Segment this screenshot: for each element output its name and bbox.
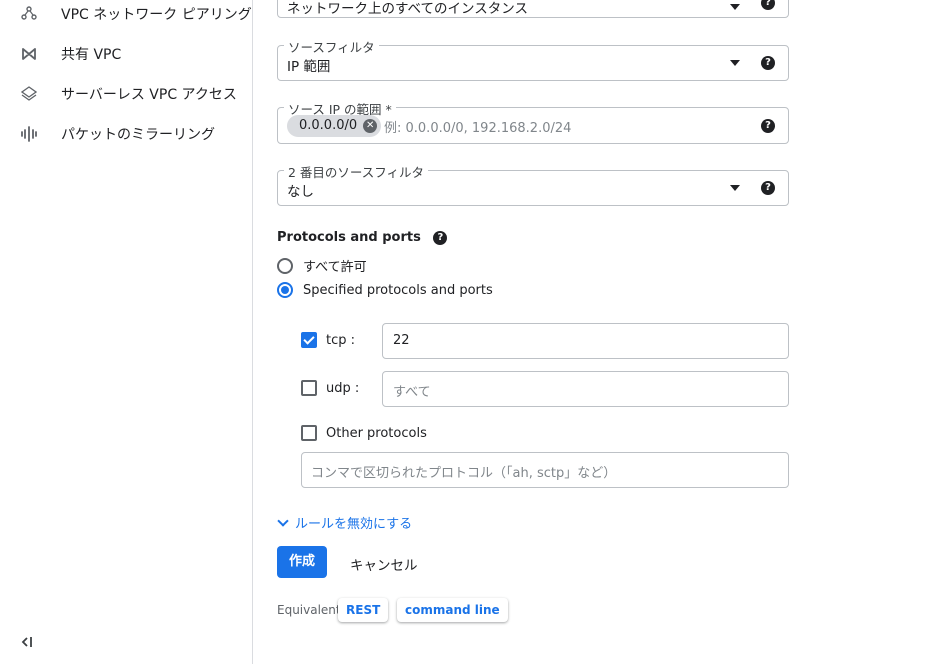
- source-ip-range-input[interactable]: 例: 0.0.0.0/0, 192.168.2.0/24: [384, 117, 571, 136]
- equivalent-rest-button[interactable]: REST: [338, 598, 389, 622]
- sidebar-item-label: 共有 VPC: [61, 47, 122, 63]
- sidebar-item-packet-mirroring[interactable]: パケットのミラーリング: [0, 114, 252, 154]
- chevron-down-icon: [730, 60, 740, 66]
- radio-button[interactable]: [277, 257, 293, 274]
- serverless-vpc-access-icon: [19, 84, 39, 104]
- help-icon[interactable]: ?: [761, 56, 775, 70]
- shared-vpc-icon: [19, 44, 39, 64]
- chevron-down-icon: [730, 185, 740, 191]
- vpc-peering-icon: [19, 4, 39, 24]
- firewall-rule-form: ネットワーク上のすべてのインスタンス ? ソースフィルタ IP 範囲 ? ソース…: [253, 0, 952, 664]
- other-protocols-label: Other protocols: [326, 425, 427, 441]
- tcp-label: tcp :: [326, 332, 356, 348]
- help-icon[interactable]: ?: [761, 0, 775, 10]
- source-filter-value: IP 範囲: [287, 59, 331, 75]
- second-source-filter-label: 2 番目のソースフィルタ: [284, 162, 429, 181]
- chevron-down-icon: [277, 514, 289, 527]
- sidebar-item-label: パケットのミラーリング: [61, 127, 215, 143]
- protocols-ports-heading: Protocols and ports ?: [277, 230, 448, 245]
- second-source-filter-select[interactable]: 2 番目のソースフィルタ なし ?: [277, 162, 789, 206]
- other-protocols-placeholder: コンマで区切られたプロトコル（「ah, sctp」など）: [311, 466, 617, 481]
- collapse-sidebar-icon[interactable]: [18, 631, 40, 653]
- targets-value: ネットワーク上のすべてのインスタンス: [287, 1, 528, 17]
- udp-label: udp :: [326, 380, 360, 396]
- protocols-ports-title: Protocols and ports: [277, 230, 421, 245]
- ip-range-chip[interactable]: 0.0.0.0/0 ✕: [287, 115, 382, 137]
- radio-button[interactable]: [277, 282, 293, 298]
- cancel-button[interactable]: キャンセル: [350, 554, 418, 574]
- udp-checkbox[interactable]: [301, 380, 317, 396]
- help-icon[interactable]: ?: [761, 118, 775, 133]
- other-protocols-checkbox-row[interactable]: Other protocols: [301, 425, 427, 441]
- packet-mirroring-icon: [19, 124, 39, 144]
- tcp-checkbox[interactable]: [301, 332, 317, 348]
- sidebar-item-label: サーバーレス VPC アクセス: [61, 87, 237, 103]
- disable-rule-label: ルールを無効にする: [295, 517, 413, 532]
- source-filter-label: ソースフィルタ: [284, 37, 379, 56]
- sidebar-item-serverless-vpc-access[interactable]: サーバーレス VPC アクセス: [0, 74, 252, 114]
- sidebar: VPC ネットワーク ピアリング 共有 VPC サーバーレス VPC アクセス …: [0, 0, 253, 664]
- help-icon[interactable]: ?: [761, 181, 775, 195]
- specified-protocols-label: Specified protocols and ports: [303, 282, 493, 298]
- source-ip-range-field[interactable]: ソース IP の範囲 * 0.0.0.0/0 ✕ 例: 0.0.0.0/0, 1…: [277, 99, 789, 144]
- sidebar-item-vpc-peering[interactable]: VPC ネットワーク ピアリング: [0, 0, 252, 34]
- remove-chip-icon[interactable]: ✕: [363, 119, 378, 133]
- ip-range-chip-label: 0.0.0.0/0: [299, 118, 358, 133]
- allow-all-label: すべて許可: [303, 260, 367, 275]
- tcp-checkbox-row[interactable]: tcp :: [301, 332, 355, 348]
- help-icon[interactable]: ?: [433, 230, 448, 245]
- chevron-down-icon: [730, 4, 740, 10]
- tcp-ports-value: 22: [393, 333, 410, 348]
- other-protocols-input[interactable]: コンマで区切られたプロトコル（「ah, sctp」など）: [301, 452, 789, 488]
- udp-checkbox-row[interactable]: udp :: [301, 380, 359, 396]
- other-protocols-checkbox[interactable]: [301, 425, 317, 441]
- allow-all-radio[interactable]: すべて許可: [277, 256, 367, 275]
- targets-select[interactable]: ネットワーク上のすべてのインスタンス ?: [277, 0, 789, 18]
- specified-protocols-radio[interactable]: Specified protocols and ports: [277, 282, 493, 298]
- second-source-filter-value: なし: [287, 184, 314, 200]
- disable-rule-toggle[interactable]: ルールを無効にする: [277, 513, 412, 532]
- source-filter-select[interactable]: ソースフィルタ IP 範囲 ?: [277, 37, 789, 81]
- sidebar-item-label: VPC ネットワーク ピアリング: [61, 7, 252, 23]
- tcp-ports-input[interactable]: 22: [382, 323, 789, 359]
- udp-ports-placeholder: すべて: [393, 385, 431, 400]
- udp-ports-input[interactable]: すべて: [382, 371, 789, 407]
- sidebar-item-shared-vpc[interactable]: 共有 VPC: [0, 34, 252, 74]
- equivalent-label: Equivalent:: [277, 603, 345, 617]
- create-button[interactable]: 作成: [277, 546, 327, 578]
- equivalent-command-line-button[interactable]: command line: [397, 598, 508, 622]
